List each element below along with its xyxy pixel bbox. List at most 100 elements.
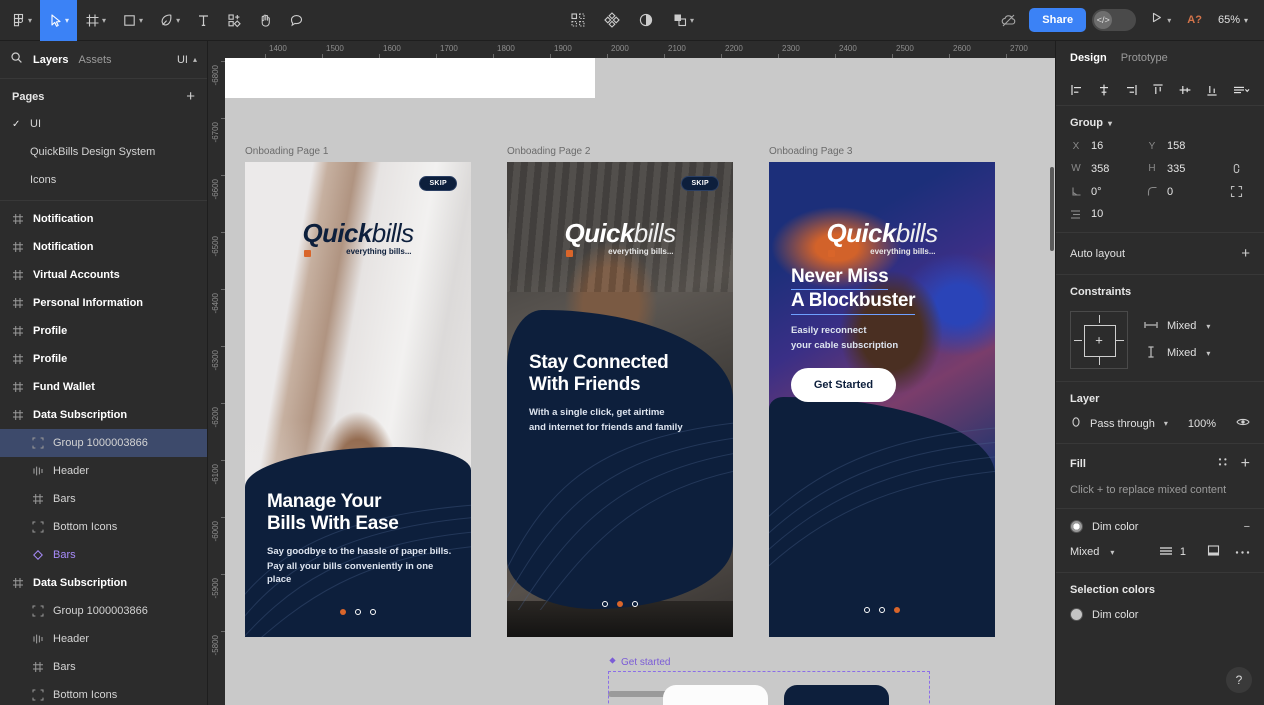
layer-row[interactable]: Bottom Icons bbox=[0, 681, 207, 705]
layer-row[interactable]: Bars bbox=[0, 541, 207, 569]
align-horizontal-center-icon[interactable] bbox=[1097, 83, 1111, 97]
canvas-white-frame[interactable] bbox=[208, 54, 595, 98]
help-button[interactable]: ? bbox=[1226, 667, 1252, 693]
align-left-icon[interactable] bbox=[1070, 83, 1084, 97]
hand-tool-button[interactable] bbox=[250, 0, 281, 41]
dot-inactive[interactable] bbox=[370, 609, 376, 615]
selection-color-row[interactable]: Dim color bbox=[1070, 608, 1250, 621]
constraint-tick-bottom[interactable] bbox=[1099, 357, 1100, 365]
spacing-field[interactable]: 10 bbox=[1070, 208, 1146, 220]
page-item-ui[interactable]: ✓ UI bbox=[0, 110, 207, 138]
constraint-tick-top[interactable] bbox=[1099, 315, 1100, 323]
layer-row[interactable]: Notification bbox=[0, 205, 207, 233]
layer-row[interactable]: Profile bbox=[0, 345, 207, 373]
present-button[interactable]: ▾ bbox=[1146, 11, 1175, 29]
canvas-surface[interactable]: Onboading Page 1 SKIP Quickbills everyth… bbox=[208, 41, 1055, 705]
align-vertical-center-icon[interactable] bbox=[1178, 83, 1192, 97]
dot-inactive[interactable] bbox=[632, 601, 638, 607]
shape-tool-button[interactable]: ▾ bbox=[114, 0, 151, 41]
horizontal-ruler[interactable]: 1400 1500 1600 1700 1800 1900 2000 2100 2200 2300… bbox=[208, 41, 1055, 58]
layer-row[interactable]: Bars bbox=[0, 485, 207, 513]
add-auto-layout-button[interactable]: + bbox=[1241, 246, 1250, 261]
file-name-dropdown[interactable]: UI ▴ bbox=[177, 54, 197, 66]
dot-inactive[interactable] bbox=[355, 609, 361, 615]
tab-design[interactable]: Design bbox=[1070, 52, 1107, 64]
phone-preview[interactable]: SKIP Quickbills everything bills... bbox=[507, 162, 733, 637]
canvas-vertical-scrollbar[interactable] bbox=[1050, 167, 1054, 251]
boolean-ops-button[interactable]: ▾ bbox=[664, 0, 702, 41]
color-swatch[interactable] bbox=[1070, 520, 1083, 533]
skip-button[interactable]: SKIP bbox=[681, 176, 719, 191]
width-field[interactable]: W 358 bbox=[1070, 163, 1146, 175]
remove-fill-button[interactable]: − bbox=[1244, 521, 1250, 533]
height-field[interactable]: H 335 bbox=[1146, 163, 1222, 175]
frame-onboarding-page-1[interactable]: Onboading Page 1 SKIP Quickbills everyth… bbox=[245, 146, 471, 637]
grid-view-button[interactable] bbox=[562, 0, 594, 41]
comment-tool-button[interactable] bbox=[281, 0, 312, 41]
search-icon[interactable] bbox=[10, 51, 23, 69]
constraints-diagram[interactable]: + bbox=[1070, 311, 1128, 369]
dot-active[interactable] bbox=[340, 609, 346, 615]
mixed-dropdown[interactable]: Mixed bbox=[1070, 546, 1099, 558]
cloud-status-button[interactable] bbox=[992, 0, 1025, 41]
accessibility-badge[interactable]: A? bbox=[1179, 14, 1210, 26]
get-started-annotation[interactable]: Get started bbox=[608, 656, 930, 705]
get-started-frame-outline[interactable] bbox=[608, 671, 930, 705]
eye-icon[interactable] bbox=[1236, 416, 1250, 431]
tab-prototype[interactable]: Prototype bbox=[1121, 52, 1168, 64]
vertical-ruler[interactable]: -6800 -6700 -6600 -6500 -6400 -6300 -6200 -6100… bbox=[208, 41, 225, 705]
get-started-button[interactable]: Get Started bbox=[791, 368, 896, 403]
frame-label[interactable]: Onboading Page 3 bbox=[769, 146, 995, 157]
page-item-quickbills-design-system[interactable]: QuickBills Design System bbox=[0, 138, 207, 166]
layer-row[interactable]: Data Subscription bbox=[0, 569, 207, 597]
phone-preview[interactable]: Quickbills everything bills... Never Mis… bbox=[769, 162, 995, 637]
pagination-dots[interactable] bbox=[602, 601, 638, 607]
canvas-area[interactable]: Onboading Page 1 SKIP Quickbills everyth… bbox=[208, 41, 1055, 705]
color-swatch[interactable] bbox=[1070, 608, 1083, 621]
move-tool-button[interactable]: ▾ bbox=[40, 0, 78, 41]
layer-row[interactable]: Notification bbox=[0, 233, 207, 261]
main-menu-button[interactable]: ▾ bbox=[4, 0, 40, 41]
horizontal-constraint-dropdown[interactable]: Mixed ▾ bbox=[1144, 320, 1210, 333]
constraint-tick-left[interactable] bbox=[1074, 340, 1082, 341]
components-button[interactable] bbox=[596, 0, 628, 41]
dot-inactive[interactable] bbox=[602, 601, 608, 607]
pagination-dots[interactable] bbox=[864, 607, 900, 613]
frame-label[interactable]: Onboading Page 2 bbox=[507, 146, 733, 157]
y-field[interactable]: Y 158 bbox=[1146, 140, 1222, 152]
align-right-icon[interactable] bbox=[1124, 83, 1138, 97]
phone-preview[interactable]: SKIP Quickbills everything bills... bbox=[245, 162, 471, 637]
align-top-icon[interactable] bbox=[1151, 83, 1165, 97]
more-dots-icon[interactable] bbox=[1235, 546, 1250, 558]
frame-onboarding-page-3[interactable]: Onboading Page 3 Quickbills everything b… bbox=[769, 146, 995, 637]
dot-inactive[interactable] bbox=[879, 607, 885, 613]
dot-active[interactable] bbox=[617, 601, 623, 607]
dev-mode-toggle[interactable]: </> bbox=[1092, 9, 1137, 31]
dot-inactive[interactable] bbox=[864, 607, 870, 613]
layer-row[interactable]: Header bbox=[0, 457, 207, 485]
rotation-field[interactable]: 0° bbox=[1070, 186, 1146, 198]
layer-row[interactable]: Personal Information bbox=[0, 289, 207, 317]
link-ratio-icon[interactable] bbox=[1222, 162, 1250, 175]
dot-active[interactable] bbox=[894, 607, 900, 613]
layer-row[interactable]: Profile bbox=[0, 317, 207, 345]
layer-row[interactable]: Header bbox=[0, 625, 207, 653]
dim-color-row[interactable]: Dim color − bbox=[1070, 520, 1250, 533]
layer-row[interactable]: Bars bbox=[0, 653, 207, 681]
layer-row[interactable]: Bottom Icons bbox=[0, 513, 207, 541]
resources-tool-button[interactable] bbox=[219, 0, 250, 41]
vertical-constraint-dropdown[interactable]: Mixed ▾ bbox=[1144, 345, 1210, 361]
image-fill-icon[interactable] bbox=[1207, 544, 1220, 560]
opacity-value[interactable]: 100% bbox=[1188, 418, 1216, 430]
tab-assets[interactable]: Assets bbox=[78, 54, 111, 66]
layer-row[interactable]: Group 1000003866 bbox=[0, 597, 207, 625]
pagination-dots[interactable] bbox=[340, 609, 376, 615]
corner-radius-field[interactable]: 0 bbox=[1146, 186, 1222, 198]
blend-mode-dropdown[interactable]: Pass through bbox=[1090, 418, 1155, 430]
share-button[interactable]: Share bbox=[1029, 8, 1087, 32]
tab-layers[interactable]: Layers bbox=[33, 54, 68, 66]
align-bottom-icon[interactable] bbox=[1205, 83, 1219, 97]
page-item-icons[interactable]: Icons bbox=[0, 166, 207, 194]
add-fill-button[interactable]: + bbox=[1241, 455, 1250, 473]
layer-row[interactable]: Fund Wallet bbox=[0, 373, 207, 401]
